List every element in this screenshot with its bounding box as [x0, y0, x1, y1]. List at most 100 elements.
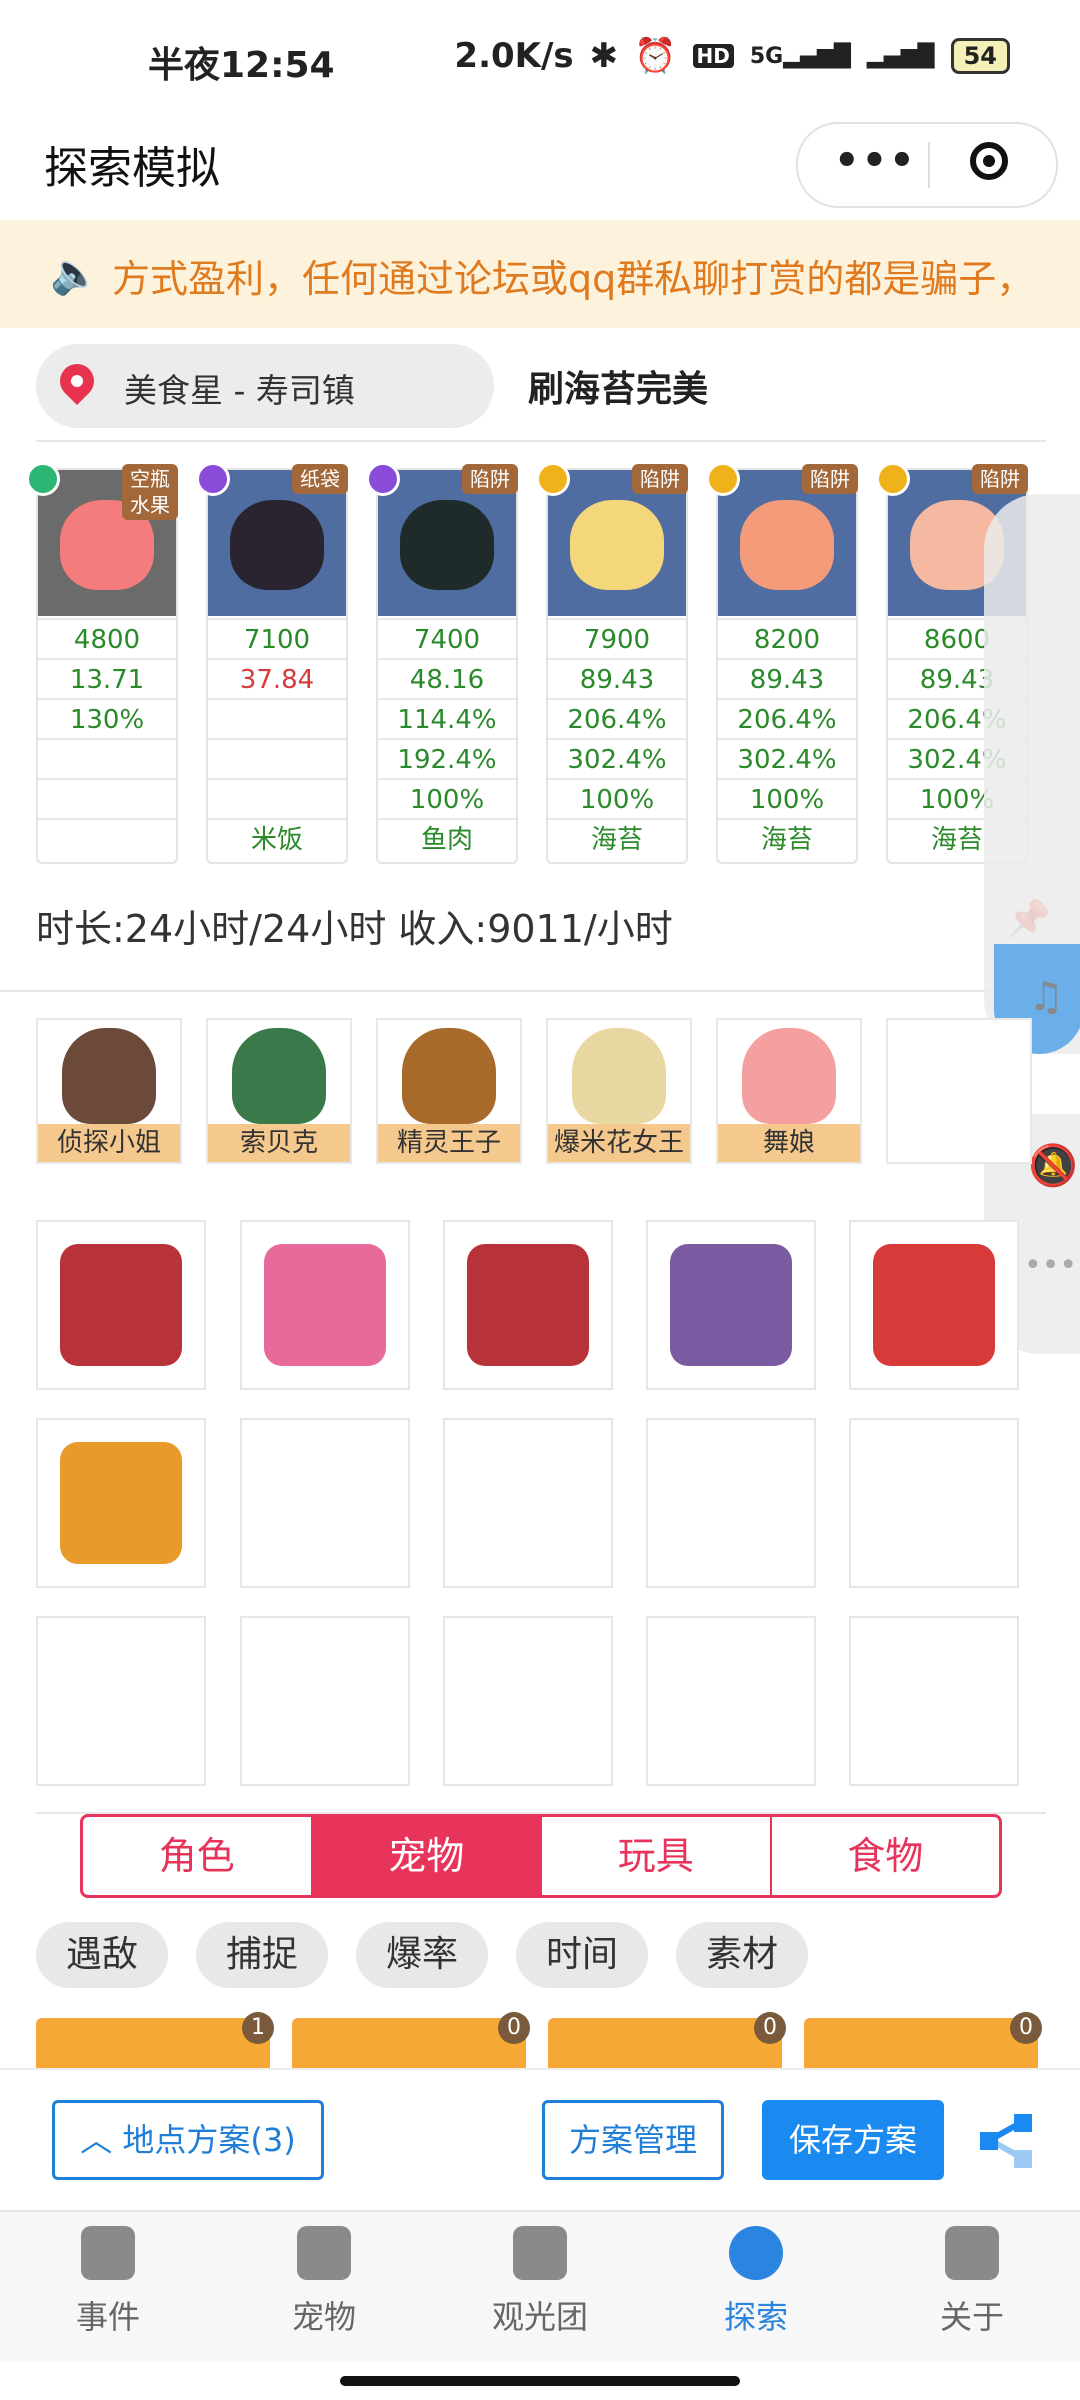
item-slot[interactable]: [443, 1616, 613, 1786]
side-more-icon[interactable]: •••: [1024, 1248, 1077, 1283]
character-slot[interactable]: 舞娘: [716, 1018, 862, 1164]
flower-badge-icon: [264, 1244, 386, 1366]
item-slot[interactable]: [646, 1616, 816, 1786]
character-slot[interactable]: 精灵王子: [376, 1018, 522, 1164]
bottom-nav: 事件 宠物 观光团 探索 关于: [0, 2210, 1080, 2362]
more-icon[interactable]: •••: [834, 138, 917, 184]
speaker-icon: 🔈: [50, 251, 100, 297]
pet-stat-row: [38, 818, 176, 860]
pet-card[interactable]: 0: [548, 2012, 786, 2068]
home-indicator: [340, 2376, 740, 2386]
pet-stat-row: [38, 738, 176, 780]
item-slot[interactable]: [443, 1418, 613, 1588]
pet-card[interactable]: 1: [36, 2012, 274, 2068]
item-slot[interactable]: [36, 1220, 206, 1390]
pet-card[interactable]: 纸袋 7100 37.84 米饭: [196, 462, 348, 864]
item-slot[interactable]: [849, 1418, 1019, 1588]
filter-chip-capture[interactable]: 捕捉: [196, 1922, 328, 1988]
character-slot[interactable]: 爆米花女王: [546, 1018, 692, 1164]
character-name: 侦探小姐: [38, 1124, 180, 1162]
filter-chip-material[interactable]: 素材: [676, 1922, 808, 1988]
filter-chip-encounter[interactable]: 遇敌: [36, 1922, 168, 1988]
pet-type-icon: [876, 462, 910, 496]
pet-stat-row: 192.4%: [378, 738, 516, 780]
item-slot[interactable]: [849, 1220, 1019, 1390]
pet-sprite: [230, 500, 324, 590]
pet-card[interactable]: 陷阱 8200 89.43 206.4% 302.4% 100% 海苔: [706, 462, 858, 864]
nav-tour[interactable]: 观光团: [470, 2226, 610, 2338]
pet-stat-row: 206.4%: [718, 698, 856, 740]
character-name: 精灵王子: [378, 1124, 520, 1162]
filter-chip-droprate[interactable]: 爆率: [356, 1922, 488, 1988]
item-slot[interactable]: [849, 1616, 1019, 1786]
pet-stat-row: 海苔: [718, 818, 856, 860]
character-slot[interactable]: 侦探小姐: [36, 1018, 182, 1164]
mute-bell-icon[interactable]: 🔕: [1028, 1142, 1078, 1189]
status-time: 半夜12:54: [148, 45, 335, 86]
nav-about[interactable]: 关于: [902, 2226, 1042, 2338]
item-slot[interactable]: [443, 1220, 613, 1390]
manage-plans-button[interactable]: 方案管理: [542, 2100, 724, 2180]
filter-chip-time[interactable]: 时间: [516, 1922, 648, 1988]
battery-icon: 54: [950, 38, 1010, 74]
nav-pets[interactable]: 宠物: [254, 2226, 394, 2338]
status-bar: 半夜12:54 2.0K/s ✱ ⏰ HD 5G▂▄▆█ ▂▄▆█ 54: [0, 0, 1080, 118]
location-plans-button[interactable]: ︿ 地点方案(3): [52, 2100, 324, 2180]
share-icon[interactable]: [976, 2110, 1036, 2170]
nav-label: 探索: [723, 2298, 788, 2336]
close-miniprogram-icon[interactable]: [970, 142, 1008, 180]
character-slot[interactable]: 索贝克: [206, 1018, 352, 1164]
pet-card[interactable]: 空瓶 水果 4800 13.71 130%: [26, 462, 178, 864]
pet-card[interactable]: 陷阱 7900 89.43 206.4% 302.4% 100% 海苔: [536, 462, 688, 864]
character-avatar: [572, 1028, 666, 1124]
pet-stat-row: 13.71: [38, 658, 176, 700]
pet-stat-row: [38, 778, 176, 820]
explore-icon: [729, 2226, 783, 2280]
pet-stat-row: 8200: [718, 618, 856, 660]
item-slot[interactable]: [36, 1616, 206, 1786]
character-name: 爆米花女王: [548, 1124, 690, 1162]
item-slot[interactable]: [240, 1220, 410, 1390]
tab-toy[interactable]: 玩具: [542, 1817, 772, 1895]
signal2-icon: ▂▄▆█: [866, 43, 935, 69]
pet-stat-row: 37.84: [208, 658, 346, 700]
pet-card[interactable]: 0: [804, 2012, 1042, 2068]
pet-stat-row: 206.4%: [548, 698, 686, 740]
pet-stat-row: 7100: [208, 618, 346, 660]
item-slot[interactable]: [240, 1418, 410, 1588]
pet-count-badge: 0: [498, 2012, 530, 2044]
pet-count-badge: 0: [754, 2012, 786, 2044]
pet-sprite: [570, 500, 664, 590]
capsule-divider: [928, 142, 930, 188]
pet-stat-row: [208, 698, 346, 740]
pet-card[interactable]: 陷阱 7400 48.16 114.4% 192.4% 100% 鱼肉: [366, 462, 518, 864]
pet-trait-badge: 空瓶 水果: [122, 464, 178, 520]
tab-role[interactable]: 角色: [83, 1817, 313, 1895]
item-slot[interactable]: [646, 1418, 816, 1588]
character-slot[interactable]: [886, 1018, 1032, 1164]
pet-type-icon: [536, 462, 570, 496]
net-speed: 2.0K/s: [454, 36, 574, 76]
location-selector[interactable]: 美食星 - 寿司镇: [36, 344, 494, 428]
character-name: 舞娘: [718, 1124, 860, 1162]
pet-sprite: [400, 500, 494, 590]
duration-income: 时长:24小时/24小时 收入:9011/小时: [36, 907, 673, 951]
pet-stat-row: 4800: [38, 618, 176, 660]
pet-type-icon: [26, 462, 60, 496]
item-slot[interactable]: [240, 1616, 410, 1786]
save-plan-button[interactable]: 保存方案: [762, 2100, 944, 2180]
pet-card[interactable]: 0: [292, 2012, 530, 2068]
tab-pet[interactable]: 宠物: [312, 1817, 542, 1895]
nav-explore[interactable]: 探索: [686, 2226, 826, 2338]
item-slot[interactable]: [36, 1418, 206, 1588]
pet-trait-badge: 纸袋: [292, 464, 348, 494]
signal-label: 5G: [749, 43, 784, 69]
item-slot[interactable]: [646, 1220, 816, 1390]
character-avatar: [62, 1028, 156, 1124]
notice-text: 方式盈利，任何通过论坛或qq群私聊打赏的都是骗子，: [112, 257, 1035, 301]
nav-events[interactable]: 事件: [38, 2226, 178, 2338]
music-icon[interactable]: ♫: [1028, 974, 1064, 1020]
pet-stat-row: 114.4%: [378, 698, 516, 740]
tab-food[interactable]: 食物: [772, 1817, 1000, 1895]
pet-type-icon: [196, 462, 230, 496]
